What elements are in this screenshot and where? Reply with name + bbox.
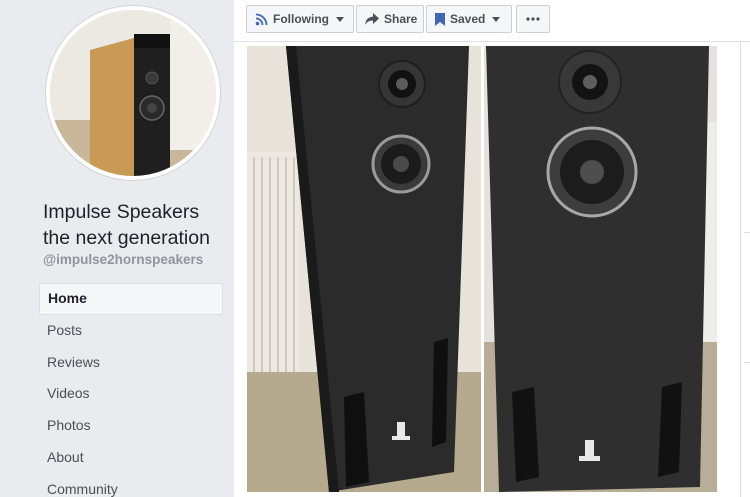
following-button[interactable]: Following [246, 5, 354, 33]
page-title-line2: the next generation [43, 227, 210, 249]
rss-icon [255, 13, 268, 25]
divider [744, 362, 750, 363]
chevron-down-icon [492, 16, 501, 22]
nav-item-home[interactable]: Home [39, 283, 223, 315]
profile-picture[interactable] [46, 6, 220, 180]
page-title-line1: Impulse Speakers [43, 201, 200, 223]
more-dots-icon [526, 17, 540, 21]
page-nav: Home Posts Reviews Videos Photos About C… [39, 283, 223, 497]
more-options-button[interactable] [516, 5, 550, 33]
right-sidebar-edge [740, 42, 750, 497]
cover-photo[interactable] [234, 42, 750, 497]
nav-item-posts[interactable]: Posts [39, 315, 223, 347]
saved-button[interactable]: Saved [426, 5, 512, 33]
photo-right-speaker [484, 46, 717, 492]
nav-item-videos[interactable]: Videos [39, 378, 223, 410]
divider [744, 232, 750, 233]
nav-item-reviews[interactable]: Reviews [39, 347, 223, 379]
share-button[interactable]: Share [356, 5, 424, 33]
profile-speaker-image [50, 10, 216, 176]
cover-photo-image [247, 46, 717, 492]
page-handle[interactable]: @impulse2hornspeakers [43, 252, 203, 267]
photo-left-speaker [247, 46, 481, 492]
bookmark-icon [435, 12, 445, 26]
saved-label: Saved [450, 12, 486, 26]
nav-item-about[interactable]: About [39, 442, 223, 474]
share-arrow-icon [365, 13, 379, 25]
chevron-down-icon [336, 16, 344, 22]
share-label: Share [384, 12, 418, 26]
following-label: Following [273, 12, 329, 26]
nav-item-community[interactable]: Community [39, 474, 223, 497]
page-title[interactable]: Impulse Speakers the next generation [43, 199, 228, 251]
action-bar: Following Share Saved [234, 0, 750, 42]
main-content: Following Share Saved [234, 0, 750, 497]
left-column: Impulse Speakers the next generation @im… [0, 0, 234, 497]
nav-item-photos[interactable]: Photos [39, 410, 223, 442]
